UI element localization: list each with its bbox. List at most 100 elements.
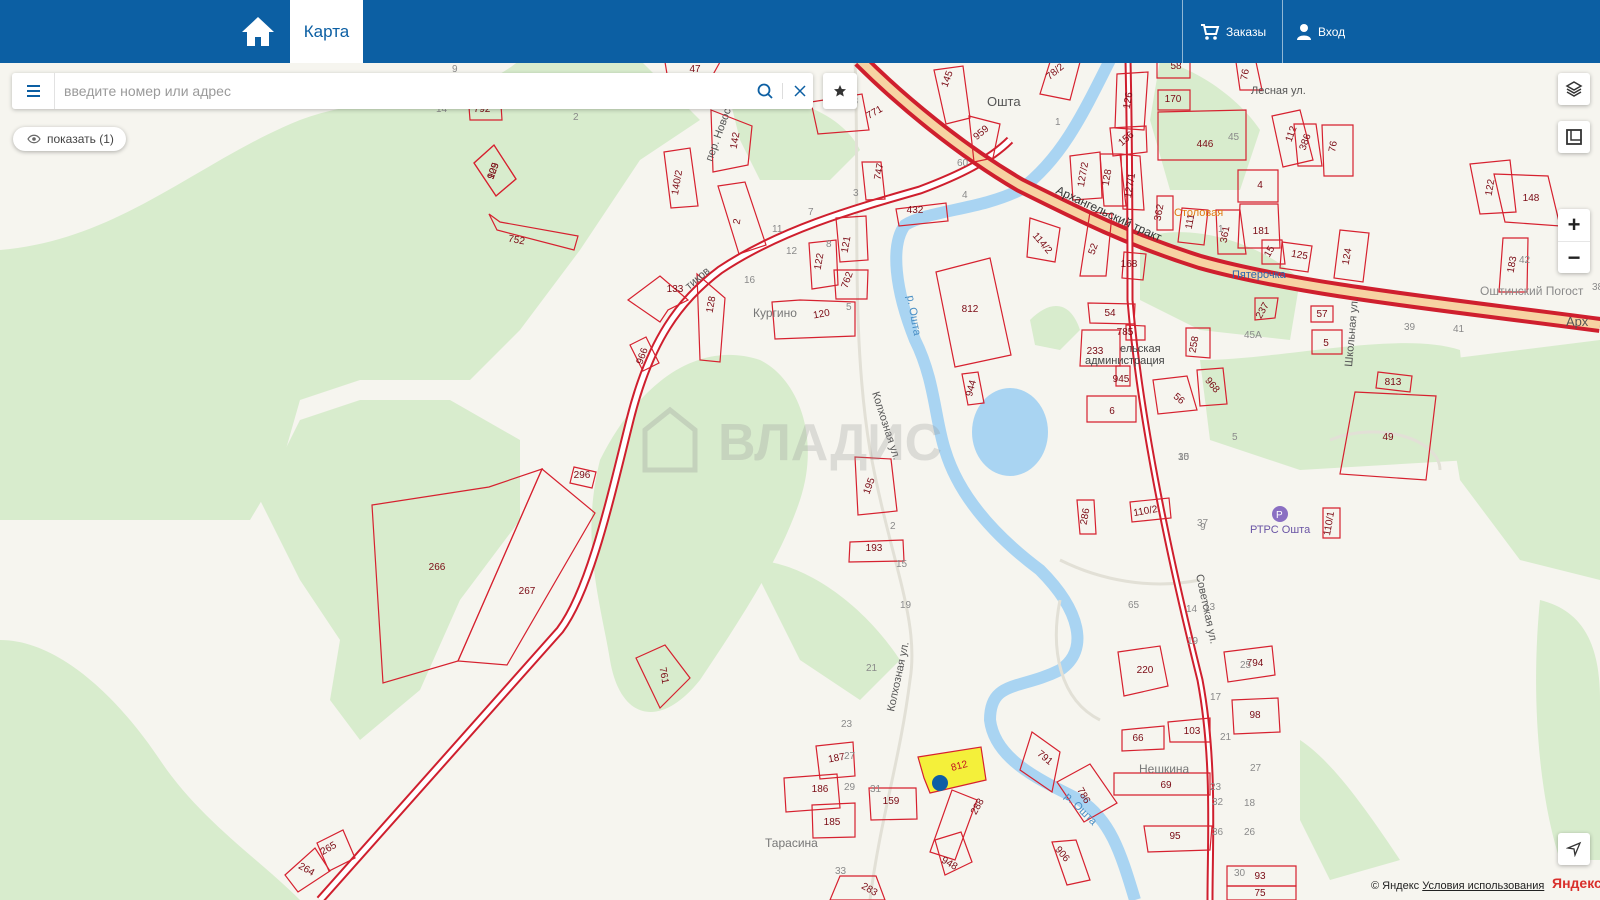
parcel-number: 69 xyxy=(1160,780,1172,791)
zoom-in-button[interactable]: + xyxy=(1558,209,1590,241)
navigation-arrow-icon xyxy=(1566,841,1582,857)
house-number: 5 xyxy=(846,302,852,313)
parcel-number: 791 xyxy=(1035,749,1055,768)
house-number: 16 xyxy=(744,275,756,286)
clear-button[interactable] xyxy=(785,73,815,109)
house-number: 21 xyxy=(866,663,878,674)
tab-map[interactable]: Карта xyxy=(290,0,363,63)
house-number: 19 xyxy=(900,600,912,611)
place-tarasina: Тарасина xyxy=(765,836,818,850)
parcel-number: 386 xyxy=(1298,132,1314,152)
parcel-number: 128 xyxy=(705,295,719,314)
star-icon xyxy=(834,85,846,97)
top-bar: Карта Заказы Вход xyxy=(0,0,1600,63)
parcel-number: 5 xyxy=(1323,338,1329,349)
show-label: показать (1) xyxy=(47,132,114,146)
parcel-number: 98 xyxy=(1249,710,1261,721)
close-icon xyxy=(794,85,806,97)
parcel-number: 168 xyxy=(1121,259,1138,270)
place-selsk-1: ельская xyxy=(1120,343,1161,355)
cadastral-map[interactable]: 905752266267296265264761966133128140/214… xyxy=(0,0,1600,900)
parcel-number: 52 xyxy=(1087,242,1101,257)
parcel-number: 812 xyxy=(962,304,979,315)
ruler-button[interactable] xyxy=(1558,121,1590,153)
home-button[interactable] xyxy=(238,12,278,52)
orders-label: Заказы xyxy=(1226,24,1267,39)
house-number: 2 xyxy=(573,112,579,123)
house-number: 25 xyxy=(1240,660,1252,671)
house-number: 14 xyxy=(1186,604,1198,615)
house-number: 18 xyxy=(1244,798,1256,809)
house-number: 5 xyxy=(1232,432,1238,443)
house-number: 27 xyxy=(1250,763,1262,774)
divider xyxy=(1282,0,1283,63)
parcel-number: 266 xyxy=(429,562,446,573)
parcel-number: 159 xyxy=(883,796,900,807)
house-number: 38 xyxy=(1592,282,1600,293)
house-number: 65 xyxy=(1128,600,1140,611)
parcel-number: 110/1 xyxy=(1322,510,1337,536)
house-number: 15 xyxy=(896,559,908,570)
rtrs-icon[interactable]: Р xyxy=(1272,506,1288,522)
parcel-number: 6 xyxy=(1109,406,1115,417)
parcel-number: 127/2 xyxy=(1076,161,1091,188)
house-number: 41 xyxy=(1453,324,1465,335)
menu-button[interactable] xyxy=(12,73,55,109)
house-number: 32 xyxy=(1212,797,1224,808)
house-number: 26 xyxy=(1244,827,1256,838)
parcel-number: 54 xyxy=(1104,308,1116,319)
house-number: 4 xyxy=(962,190,968,201)
parcel-number: 124 xyxy=(1341,247,1355,266)
parcel-number: 945 xyxy=(1113,374,1130,385)
house-number: 7 xyxy=(808,207,814,218)
terms-link[interactable]: Условия использования xyxy=(1422,880,1544,892)
parcel-outline[interactable] xyxy=(929,789,978,861)
house-number: 60 xyxy=(957,158,969,169)
parcel-number: 75 xyxy=(1254,888,1266,899)
parcel-number: 56 xyxy=(1171,391,1187,407)
parcel-number: 296 xyxy=(574,470,591,481)
place-kurgino: Кургино xyxy=(753,306,797,320)
parcel-number: 76 xyxy=(1327,140,1340,153)
parcel-number: 126 xyxy=(1122,91,1136,110)
parcel-number: 2 xyxy=(732,217,744,225)
parcel-number: 785 xyxy=(1117,327,1134,338)
forest-areas xyxy=(0,60,1600,900)
orders-button[interactable]: Заказы xyxy=(1200,0,1266,63)
parcel-number: 142 xyxy=(729,131,743,150)
layers-button[interactable] xyxy=(1558,73,1590,105)
parcel-number: 286 xyxy=(1079,507,1093,526)
poi-stolovaya: Столовая xyxy=(1174,207,1223,219)
hamburger-icon xyxy=(27,85,40,97)
poi-pyaterochka: Пятерочка xyxy=(1232,269,1287,281)
parcel-number: 186 xyxy=(812,784,829,795)
search-button[interactable] xyxy=(750,73,780,109)
login-button[interactable]: Вход xyxy=(1296,0,1345,63)
location-marker[interactable] xyxy=(932,775,948,791)
home-icon xyxy=(242,17,274,46)
house-number: 36 xyxy=(1212,827,1224,838)
parcel-number: 170 xyxy=(1165,94,1182,105)
ruler-icon xyxy=(1566,129,1582,145)
parcel-number: 148 xyxy=(1523,193,1540,204)
house-number: 27 xyxy=(844,751,856,762)
parcel-number: 220 xyxy=(1137,665,1154,676)
user-icon xyxy=(1297,23,1311,40)
house-number: 9 xyxy=(1200,522,1206,533)
parcel-number: 120 xyxy=(812,308,831,322)
house-number: 39 xyxy=(1404,322,1416,333)
place-neshkina: Нешкина xyxy=(1139,762,1190,776)
parcel-number: 446 xyxy=(1197,139,1214,150)
map-attribution: © Яндекс Условия использования xyxy=(1371,880,1544,892)
house-number: 8 xyxy=(826,239,832,250)
parcel-number: 193 xyxy=(866,543,883,554)
favorites-button[interactable] xyxy=(823,73,857,109)
parcel-number: 906 xyxy=(1052,844,1071,864)
show-button[interactable]: показать (1) xyxy=(13,127,126,151)
parcel-number: 128 xyxy=(1101,168,1115,187)
zoom-out-button[interactable]: − xyxy=(1558,241,1590,274)
poi-rtrs: РТРС Ошта xyxy=(1250,524,1311,536)
parcel-number: 283 xyxy=(859,881,879,899)
search-input[interactable] xyxy=(64,73,744,109)
geolocate-button[interactable] xyxy=(1558,833,1590,865)
